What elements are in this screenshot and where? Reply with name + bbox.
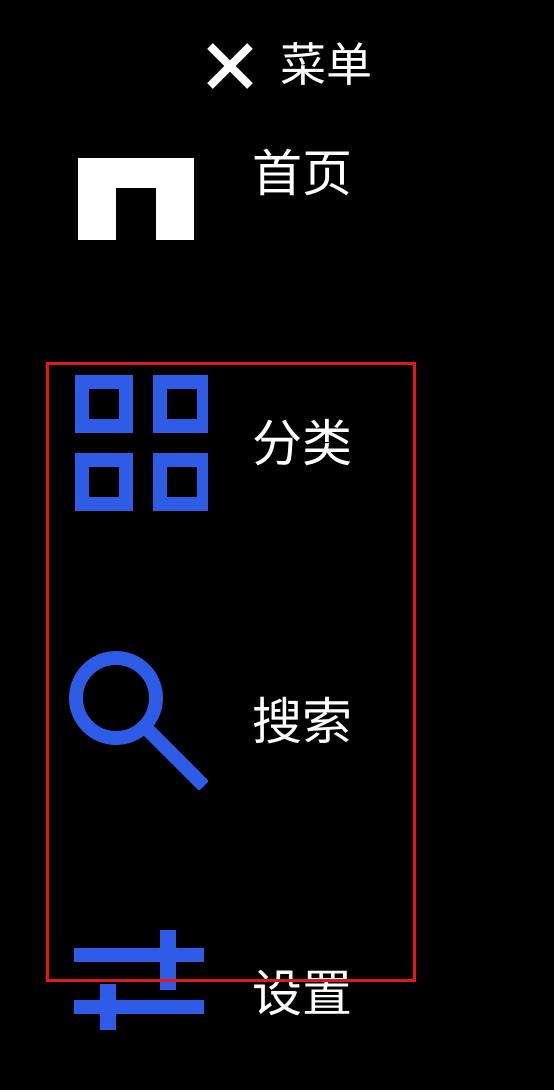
grid-icon <box>68 372 211 512</box>
menu-item-label: 搜索 <box>252 693 352 751</box>
menu-item-categories[interactable]: 分类 <box>60 372 400 532</box>
menu-item-label: 首页 <box>252 145 352 203</box>
menu-header: 菜单 <box>0 30 554 96</box>
home-icon <box>68 148 208 288</box>
menu-item-label: 设置 <box>252 965 352 1023</box>
menu-item-label: 分类 <box>252 415 352 473</box>
settings-icon <box>68 930 208 1070</box>
menu-item-home[interactable]: 首页 <box>60 140 400 300</box>
menu-title: 菜单 <box>280 38 372 92</box>
close-icon[interactable] <box>202 38 258 94</box>
search-icon <box>68 650 209 791</box>
menu-item-settings[interactable]: 设置 <box>60 930 400 1090</box>
menu-item-search[interactable]: 搜索 <box>60 650 400 810</box>
